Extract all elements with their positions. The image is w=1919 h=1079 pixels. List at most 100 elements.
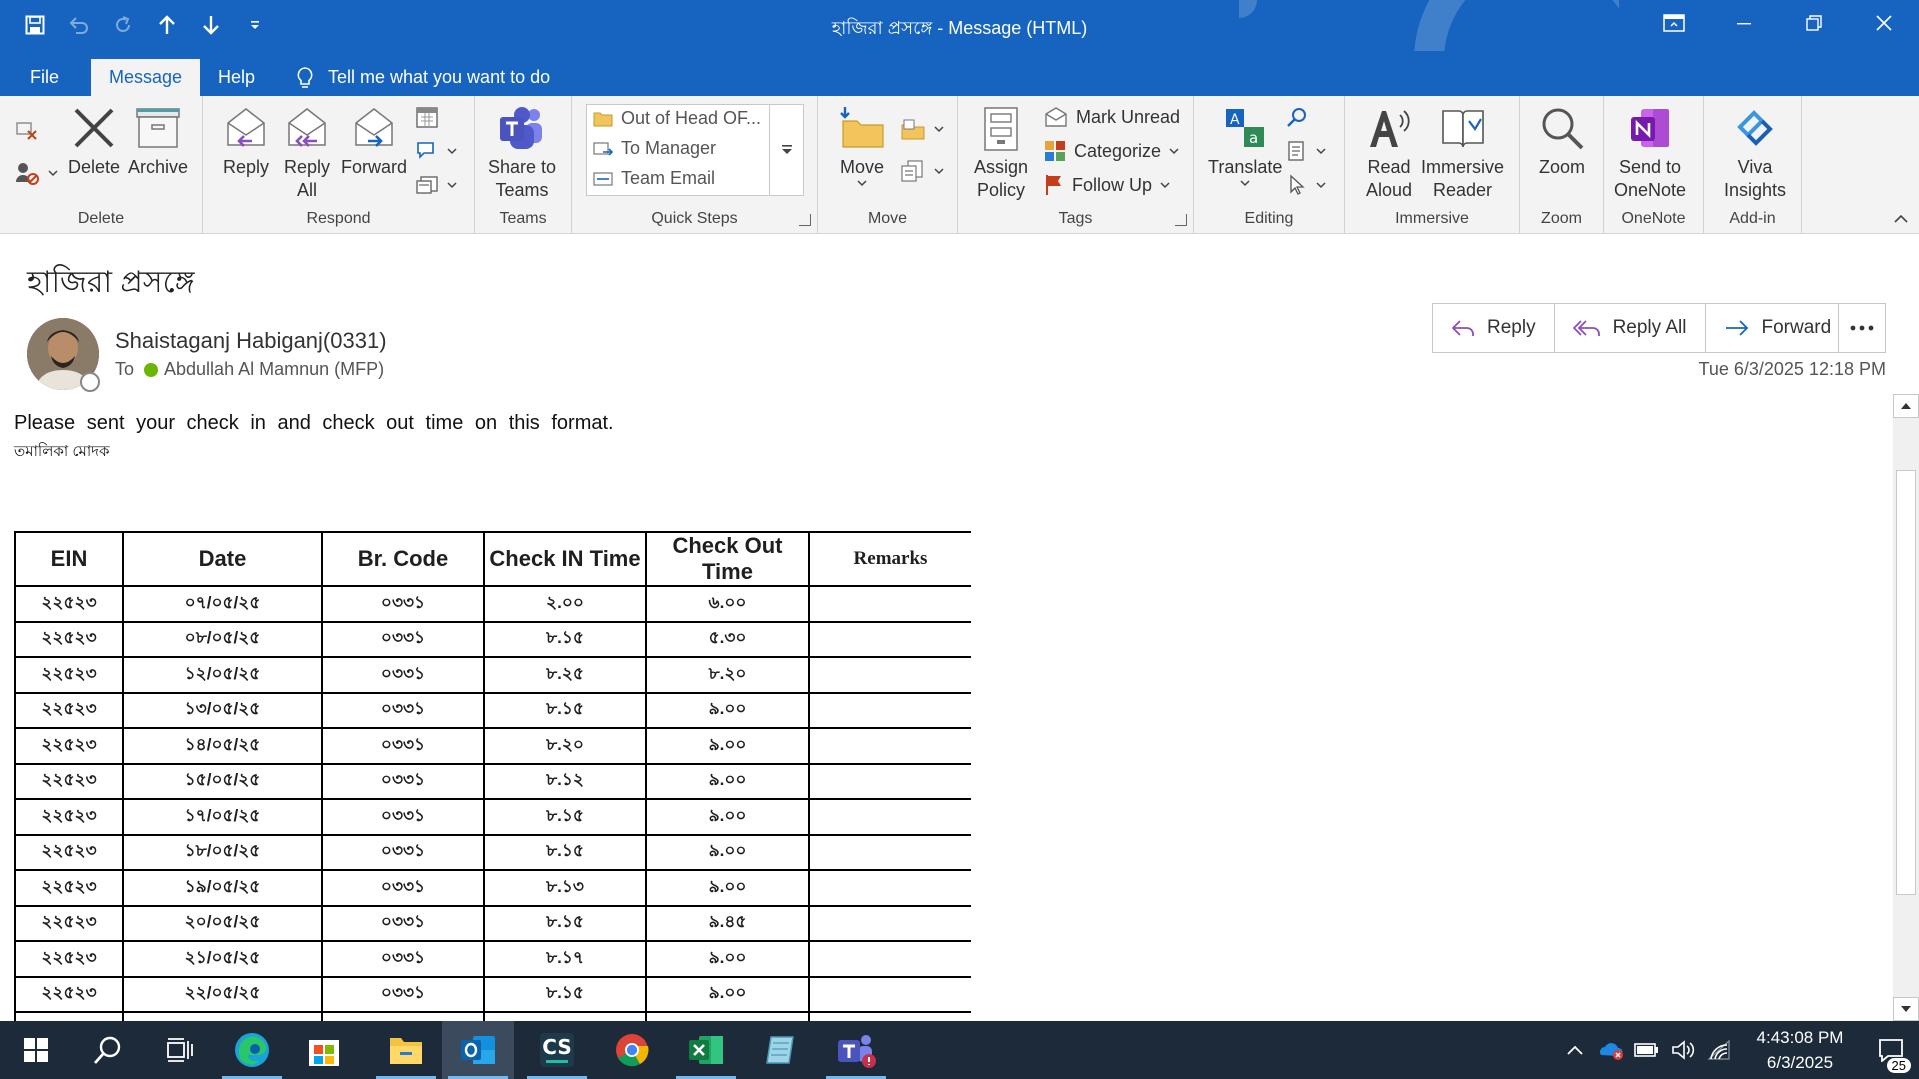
teams-icon [838,1035,876,1068]
read-aloud-label-line2: Aloud [1365,180,1413,200]
reply-all-ribbon-button[interactable]: Reply All [281,102,333,202]
meeting-button[interactable] [415,102,439,132]
read-aloud-icon [1370,110,1410,147]
share-to-teams-button[interactable]: Share to Teams [488,102,556,202]
chevron-down-icon [1316,148,1326,155]
battery-tray-icon[interactable] [1629,1021,1665,1079]
categorize-button[interactable]: Categorize [1044,136,1179,166]
translate-button[interactable]: Aa Translate [1208,102,1282,187]
tab-help[interactable]: Help [200,59,273,96]
task-view-icon [167,1038,193,1062]
mark-unread-button[interactable]: Mark Unread [1044,102,1180,132]
rules-button[interactable] [900,114,944,144]
more-respond-button[interactable] [415,170,457,200]
related-button[interactable] [1286,136,1326,166]
ignore-icon [16,122,37,140]
taskbar-notes-app[interactable] [744,1021,816,1079]
archive-button[interactable]: Archive [128,102,188,179]
vertical-scrollbar[interactable] [1893,394,1919,1021]
reply-all-button[interactable]: Reply All [1555,304,1706,352]
forward-button[interactable]: Forward [1706,304,1850,352]
cell-check-in: ৮.১৩ [483,869,647,907]
tab-message[interactable]: Message [91,59,201,96]
taskbar-file-explorer[interactable] [370,1021,442,1079]
scroll-up-button[interactable] [1893,394,1919,418]
cell-check-out: ৯.০০ [645,762,810,800]
taskbar-store[interactable] [288,1021,360,1079]
close-icon [1876,15,1892,31]
cs-app-label: CS [542,1035,572,1059]
header-remarks: Remarks [808,531,971,587]
task-view-button[interactable] [144,1021,216,1079]
cell-date: ২১/০৫/২৫ [122,940,323,978]
assign-policy-button[interactable]: Assign Policy [974,102,1028,202]
cell-date: ০৮/০৫/২৫ [122,620,323,658]
minimize-button[interactable] [1709,0,1779,46]
tab-file[interactable]: File [12,59,77,96]
scroll-down-button[interactable] [1893,997,1919,1021]
taskbar-edge[interactable] [216,1021,288,1079]
find-button[interactable] [1286,102,1308,132]
restore-button[interactable] [1779,0,1849,46]
taskbar-excel[interactable] [670,1021,742,1079]
show-hidden-icons-button[interactable] [1557,1021,1593,1079]
reply-button[interactable]: Reply [1433,304,1555,352]
quick-step-out-of-head[interactable]: Out of Head OF... [593,108,761,129]
viva-insights-button[interactable]: Viva Insights [1724,102,1786,202]
cell-check-out: ৯.০০ [645,727,810,765]
taskbar-outlook[interactable] [442,1021,514,1079]
onedrive-tray-icon[interactable] [1593,1021,1629,1079]
move-button[interactable]: Move [836,102,888,187]
more-actions-button[interactable] [1838,303,1886,353]
lightbulb-icon [297,66,313,88]
quick-step-team-email[interactable]: Team Email [593,168,715,189]
start-button[interactable] [0,1021,72,1079]
zoom-button[interactable]: Zoom [1536,102,1588,179]
read-aloud-button[interactable]: Read Aloud [1363,102,1415,202]
send-to-onenote-button[interactable]: Send to OneNote [1614,102,1686,202]
network-tray-icon[interactable] [1701,1021,1737,1079]
junk-button[interactable] [14,158,58,188]
collapse-ribbon-button[interactable] [1893,211,1909,229]
sender-name[interactable]: Shaistaganj Habiganj(0331) [115,328,387,354]
cell-check-out: ৯.০০ [645,975,810,1013]
translate-label: Translate [1208,157,1283,177]
reply-ribbon-button[interactable]: Reply [220,102,272,179]
mark-unread-icon [1045,107,1067,127]
select-button[interactable] [1286,170,1326,200]
taskbar-chrome[interactable] [596,1021,668,1079]
taskbar-cs-app[interactable]: CS [521,1021,593,1079]
ignore-button[interactable] [14,114,38,144]
recipient-name[interactable]: Abdullah Al Mamnun (MFP) [164,359,384,380]
quick-steps-more-button[interactable] [769,105,803,195]
reply-all-label-line1: Reply [283,157,331,177]
tell-me-search[interactable]: Tell me what you want to do [296,59,550,96]
ribbon-group-teams: Share to Teams Teams [475,96,572,234]
group-label-teams: Teams [499,210,547,227]
actions-button[interactable] [900,156,944,186]
assign-policy-label-line2: Policy [977,180,1026,200]
taskbar-search-button[interactable] [72,1021,144,1079]
forward-arrow-icon [1725,320,1748,336]
ribbon-display-options-button[interactable] [1639,0,1709,46]
follow-up-button[interactable]: Follow Up [1044,170,1170,200]
table-header-row: EIN Date Br. Code Check IN Time Check Ou… [14,531,971,587]
table-row: ২২৫২৩ ২২/০৫/২৫ ০৩৩১ ৮.১৫ ৯.০০ [14,975,971,1013]
close-button[interactable] [1849,0,1919,46]
volume-tray-icon[interactable] [1665,1021,1701,1079]
forward-ribbon-button[interactable]: Forward [341,102,407,179]
im-icon [417,142,434,159]
presence-available-icon [144,362,159,377]
cell-remarks [808,869,971,907]
scrollbar-thumb[interactable] [1896,470,1916,895]
notification-center-button[interactable]: 25 [1863,1021,1919,1079]
immersive-reader-button[interactable]: Immersive Reader [1421,102,1504,202]
im-button[interactable] [415,136,457,166]
delete-button[interactable]: Delete [68,102,120,179]
cell-date: ১৫/০৫/২৫ [122,762,323,800]
immersive-reader-label-line2: Reader [1432,180,1493,200]
taskbar-teams[interactable] [820,1021,892,1079]
taskbar-clock[interactable]: 4:43:08 PM 6/3/2025 [1745,1025,1855,1075]
quick-step-to-manager[interactable]: To Manager [593,138,716,159]
table-row: ২২৫২৩ ১৫/০৫/২৫ ০৩৩১ ৮.১২ ৯.০০ [14,762,971,800]
